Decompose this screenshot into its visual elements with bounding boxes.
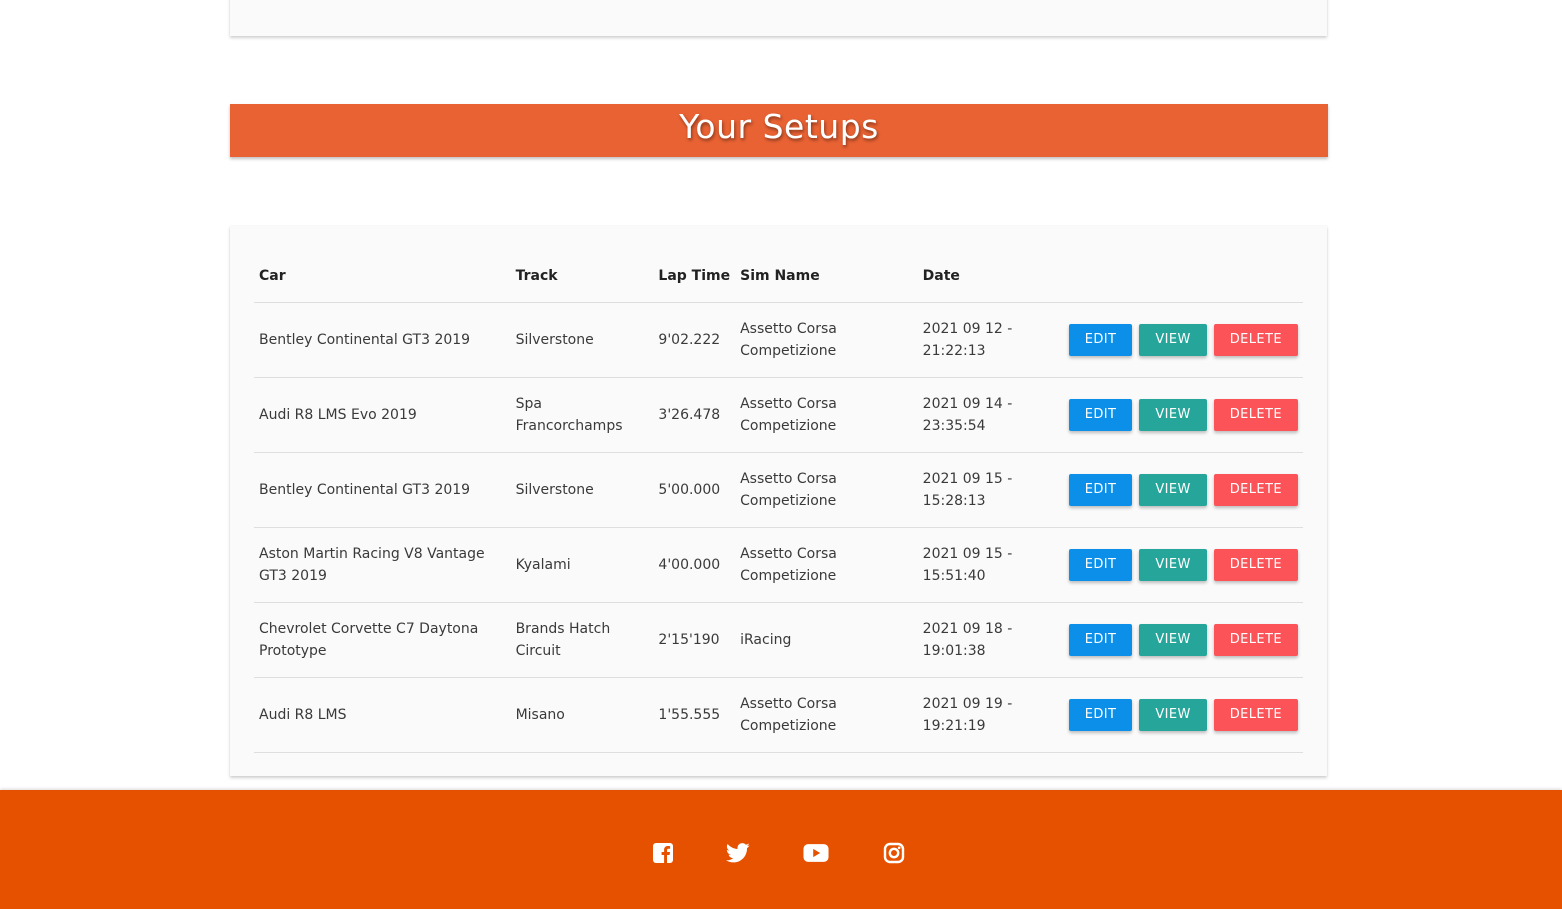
edit-button[interactable]: EDIT (1068, 324, 1133, 356)
cell-lap-time: 4'00.000 (653, 527, 736, 603)
cell-car: Bentley Continental GT3 2019 (254, 452, 511, 528)
cell-sim-name: Assetto Corsa Competizione (735, 377, 918, 453)
delete-button[interactable]: DELETE (1213, 324, 1298, 356)
cell-car: Audi R8 LMS (254, 677, 511, 753)
delete-button[interactable]: DELETE (1213, 699, 1298, 731)
cell-sim-name: Assetto Corsa Competizione (735, 302, 918, 378)
setups-card: Car Track Lap Time Sim Name Date Bentley… (230, 226, 1327, 776)
section-title: Your Setups (679, 107, 879, 146)
cell-sim-name: iRacing (735, 602, 918, 678)
page: Your Setups Car Track Lap Time Sim Name … (0, 0, 1562, 909)
table-row: Bentley Continental GT3 2019 Silverstone… (254, 452, 1303, 528)
youtube-icon[interactable] (803, 840, 829, 866)
cell-date: 2021 09 15 - 15:51:40 (917, 527, 1057, 603)
table-row: Chevrolet Corvette C7 Daytona Prototype … (254, 602, 1303, 678)
cell-actions: EDIT VIEW DELETE (1056, 377, 1303, 453)
twitter-icon[interactable] (725, 840, 751, 866)
section-banner: Your Setups (230, 104, 1328, 157)
cell-actions: EDIT VIEW DELETE (1056, 452, 1303, 528)
delete-button[interactable]: DELETE (1213, 624, 1298, 656)
view-button[interactable]: VIEW (1139, 549, 1207, 581)
view-button[interactable]: VIEW (1139, 324, 1207, 356)
column-header-track: Track (510, 250, 654, 303)
view-button[interactable]: VIEW (1139, 399, 1207, 431)
setups-table: Car Track Lap Time Sim Name Date Bentley… (254, 250, 1303, 753)
cell-date: 2021 09 19 - 19:21:19 (917, 677, 1057, 753)
cell-car: Bentley Continental GT3 2019 (254, 302, 511, 378)
edit-button[interactable]: EDIT (1068, 399, 1133, 431)
column-header-lap-time: Lap Time (653, 250, 736, 303)
cell-track: Misano (510, 677, 654, 753)
cell-date: 2021 09 12 - 21:22:13 (917, 302, 1057, 378)
view-button[interactable]: VIEW (1139, 474, 1207, 506)
edit-button[interactable]: EDIT (1068, 624, 1133, 656)
table-row: Bentley Continental GT3 2019 Silverstone… (254, 302, 1303, 378)
instagram-icon[interactable] (881, 840, 907, 866)
delete-button[interactable]: DELETE (1213, 474, 1298, 506)
cell-lap-time: 5'00.000 (653, 452, 736, 528)
table-row: Audi R8 LMS Evo 2019 Spa Francorchamps 3… (254, 377, 1303, 453)
cell-track: Kyalami (510, 527, 654, 603)
column-header-actions (1056, 250, 1303, 303)
cell-car: Aston Martin Racing V8 Vantage GT3 2019 (254, 527, 511, 603)
cell-sim-name: Assetto Corsa Competizione (735, 677, 918, 753)
cell-lap-time: 2'15'190 (653, 602, 736, 678)
facebook-icon[interactable] (650, 840, 676, 866)
cell-actions: EDIT VIEW DELETE (1056, 527, 1303, 603)
footer (0, 790, 1562, 909)
column-header-sim-name: Sim Name (735, 250, 918, 303)
cell-car: Audi R8 LMS Evo 2019 (254, 377, 511, 453)
cell-track: Silverstone (510, 452, 654, 528)
delete-button[interactable]: DELETE (1213, 549, 1298, 581)
edit-button[interactable]: EDIT (1068, 474, 1133, 506)
previous-section-card (230, 0, 1327, 36)
table-row: Audi R8 LMS Misano 1'55.555 Assetto Cors… (254, 677, 1303, 753)
cell-date: 2021 09 15 - 15:28:13 (917, 452, 1057, 528)
cell-lap-time: 9'02.222 (653, 302, 736, 378)
cell-date: 2021 09 18 - 19:01:38 (917, 602, 1057, 678)
column-header-car: Car (254, 250, 511, 303)
cell-lap-time: 1'55.555 (653, 677, 736, 753)
column-header-date: Date (917, 250, 1057, 303)
cell-actions: EDIT VIEW DELETE (1056, 677, 1303, 753)
cell-actions: EDIT VIEW DELETE (1056, 302, 1303, 378)
cell-actions: EDIT VIEW DELETE (1056, 602, 1303, 678)
edit-button[interactable]: EDIT (1068, 699, 1133, 731)
view-button[interactable]: VIEW (1139, 699, 1207, 731)
cell-track: Silverstone (510, 302, 654, 378)
cell-track: Brands Hatch Circuit (510, 602, 654, 678)
delete-button[interactable]: DELETE (1213, 399, 1298, 431)
cell-car: Chevrolet Corvette C7 Daytona Prototype (254, 602, 511, 678)
cell-sim-name: Assetto Corsa Competizione (735, 527, 918, 603)
cell-sim-name: Assetto Corsa Competizione (735, 452, 918, 528)
edit-button[interactable]: EDIT (1068, 549, 1133, 581)
cell-lap-time: 3'26.478 (653, 377, 736, 453)
cell-track: Spa Francorchamps (510, 377, 654, 453)
table-row: Aston Martin Racing V8 Vantage GT3 2019 … (254, 527, 1303, 603)
view-button[interactable]: VIEW (1139, 624, 1207, 656)
table-header-row: Car Track Lap Time Sim Name Date (254, 250, 1303, 303)
cell-date: 2021 09 14 - 23:35:54 (917, 377, 1057, 453)
